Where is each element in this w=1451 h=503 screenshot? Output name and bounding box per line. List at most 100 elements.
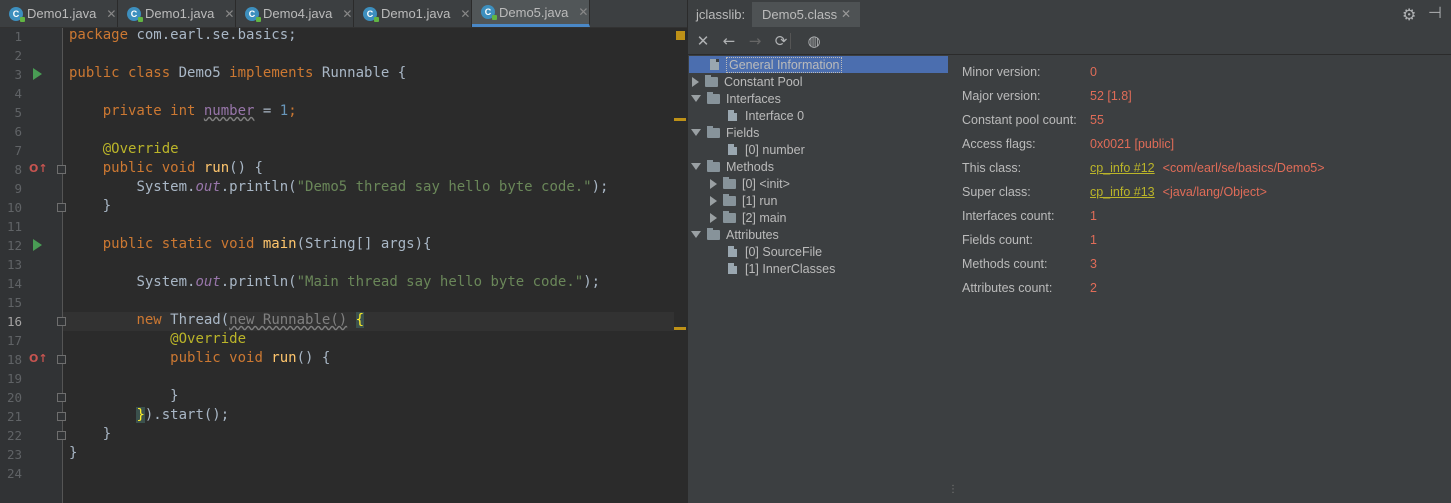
splitter-handle[interactable]: ⋮ bbox=[948, 484, 958, 495]
run-icon[interactable] bbox=[33, 239, 42, 251]
line-number: 3 bbox=[14, 67, 22, 82]
line-number: 4 bbox=[14, 86, 22, 101]
fold-icon[interactable] bbox=[57, 431, 66, 440]
tab-demo1-java-3[interactable]: C Demo1.java ✕ bbox=[354, 0, 472, 27]
prop-label: This class: bbox=[962, 161, 1022, 175]
line-number: 1 bbox=[14, 29, 22, 44]
tree-item-methods[interactable]: Methods bbox=[691, 158, 774, 175]
tab-demo5-java[interactable]: C Demo5.java ✕ bbox=[472, 0, 590, 27]
folder-icon bbox=[707, 159, 720, 172]
prop-value: 2 bbox=[1090, 281, 1097, 295]
code-line: private int number = 1; bbox=[102, 103, 297, 119]
code-line: System.out.println("Main thread say hell… bbox=[136, 274, 601, 290]
warning-marker[interactable] bbox=[674, 327, 686, 330]
run-icon[interactable] bbox=[33, 68, 42, 80]
refresh-icon[interactable]: ⟳ bbox=[772, 32, 790, 50]
fold-icon[interactable] bbox=[57, 165, 66, 174]
code-line: new Thread(new Runnable() { bbox=[136, 312, 365, 328]
expand-arrow-icon[interactable] bbox=[710, 195, 717, 206]
cp-info-link[interactable]: cp_info #13 bbox=[1090, 185, 1155, 199]
tree-item-attributes[interactable]: Attributes bbox=[691, 226, 779, 243]
minimize-icon[interactable]: ⊣ bbox=[1428, 3, 1442, 22]
fold-icon[interactable] bbox=[57, 393, 66, 402]
code-editor[interactable]: C Demo1.java ✕ C Demo1.java ✕ C Demo4.ja… bbox=[0, 0, 687, 503]
file-icon bbox=[710, 59, 719, 70]
prop-value: 52 [1.8] bbox=[1090, 89, 1132, 103]
line-number: 15 bbox=[6, 295, 22, 310]
gear-icon[interactable]: ⚙ bbox=[1402, 5, 1416, 24]
fold-icon[interactable] bbox=[57, 317, 66, 326]
close-icon[interactable]: ✕ bbox=[841, 7, 851, 21]
collapse-arrow-icon[interactable] bbox=[691, 163, 701, 170]
java-class-icon: C bbox=[363, 6, 379, 22]
close-icon[interactable]: ✕ bbox=[460, 7, 470, 21]
line-number: 23 bbox=[6, 447, 22, 462]
collapse-arrow-icon[interactable] bbox=[691, 129, 701, 136]
java-class-icon: C bbox=[127, 6, 143, 22]
line-number: 7 bbox=[14, 143, 22, 158]
fold-icon[interactable] bbox=[57, 412, 66, 421]
override-method-icon[interactable]: O↑ bbox=[29, 352, 48, 365]
inspection-status-icon[interactable] bbox=[676, 31, 685, 40]
editor-tab-bar: C Demo1.java ✕ C Demo1.java ✕ C Demo4.ja… bbox=[0, 0, 687, 28]
prop-value: 0x0021 [public] bbox=[1090, 137, 1175, 151]
code-line: public class Demo5 implements Runnable { bbox=[69, 65, 407, 81]
tree-item-constant-pool[interactable]: Constant Pool bbox=[692, 73, 803, 90]
prop-label: Access flags: bbox=[962, 137, 1036, 151]
back-arrow-icon[interactable]: ← bbox=[720, 32, 738, 50]
prop-label: Super class: bbox=[962, 185, 1031, 199]
collapse-arrow-icon[interactable] bbox=[691, 231, 701, 238]
tree-item-method-main[interactable]: [2] main bbox=[710, 209, 786, 226]
tree-item-sourcefile[interactable]: [0] SourceFile bbox=[728, 243, 822, 260]
expand-arrow-icon[interactable] bbox=[710, 212, 717, 223]
collapse-arrow-icon[interactable] bbox=[691, 95, 701, 102]
prop-value: 55 bbox=[1090, 113, 1104, 127]
close-icon[interactable]: ✕ bbox=[106, 7, 116, 21]
tab-demo1-java-1[interactable]: C Demo1.java ✕ bbox=[0, 0, 118, 27]
tab-demo1-java-2[interactable]: C Demo1.java ✕ bbox=[118, 0, 236, 27]
code-line: }).start(); bbox=[136, 407, 230, 423]
tree-item-innerclasses[interactable]: [1] InnerClasses bbox=[728, 260, 835, 277]
tree-item-method-run[interactable]: [1] run bbox=[710, 192, 777, 209]
prop-label: Major version: bbox=[962, 89, 1041, 103]
line-number: 8 bbox=[14, 162, 22, 177]
line-number: 20 bbox=[6, 390, 22, 405]
warning-marker[interactable] bbox=[674, 118, 686, 121]
web-globe-icon[interactable]: ◍ bbox=[805, 32, 823, 50]
tree-item-fields[interactable]: Fields bbox=[691, 124, 759, 141]
close-icon[interactable]: ✕ bbox=[578, 5, 588, 19]
line-number: 24 bbox=[6, 466, 22, 481]
expand-arrow-icon[interactable] bbox=[710, 178, 717, 189]
line-number: 6 bbox=[14, 124, 22, 139]
line-number: 12 bbox=[6, 238, 22, 253]
close-icon[interactable]: ✕ bbox=[224, 7, 234, 21]
code-line: public static void main(String[] args){ bbox=[102, 236, 432, 252]
code-line: } bbox=[69, 445, 78, 461]
tree-item-method-init[interactable]: [0] <init> bbox=[710, 175, 790, 192]
file-icon bbox=[728, 246, 737, 257]
tab-demo4-java[interactable]: C Demo4.java ✕ bbox=[236, 0, 354, 27]
override-method-icon[interactable]: O↑ bbox=[29, 162, 48, 175]
prop-label: Fields count: bbox=[962, 233, 1033, 247]
forward-arrow-icon[interactable]: → bbox=[746, 32, 764, 50]
close-icon[interactable]: ✕ bbox=[342, 7, 352, 21]
cp-info-link[interactable]: cp_info #12 bbox=[1090, 161, 1155, 175]
code-line: @Override bbox=[102, 141, 179, 157]
line-number: 17 bbox=[6, 333, 22, 348]
tab-demo5-class[interactable]: Demo5.class ✕ bbox=[752, 2, 860, 27]
close-icon[interactable]: ✕ bbox=[694, 32, 712, 50]
tree-item-field-number[interactable]: [0] number bbox=[728, 141, 805, 158]
fold-icon[interactable] bbox=[57, 355, 66, 364]
folder-icon bbox=[705, 74, 718, 87]
prop-value: 1 bbox=[1090, 209, 1097, 223]
tree-item-general-information[interactable]: General Information bbox=[710, 56, 843, 73]
tree-item-interfaces[interactable]: Interfaces bbox=[691, 90, 781, 107]
tree-item-interface-0[interactable]: Interface 0 bbox=[728, 107, 804, 124]
code-line: } bbox=[102, 198, 112, 214]
fold-icon[interactable] bbox=[57, 203, 66, 212]
expand-arrow-icon[interactable] bbox=[692, 76, 699, 87]
prop-label: Minor version: bbox=[962, 65, 1041, 79]
line-number: 21 bbox=[6, 409, 22, 424]
jclasslib-toolbar bbox=[688, 28, 1451, 55]
line-number: 13 bbox=[6, 257, 22, 272]
